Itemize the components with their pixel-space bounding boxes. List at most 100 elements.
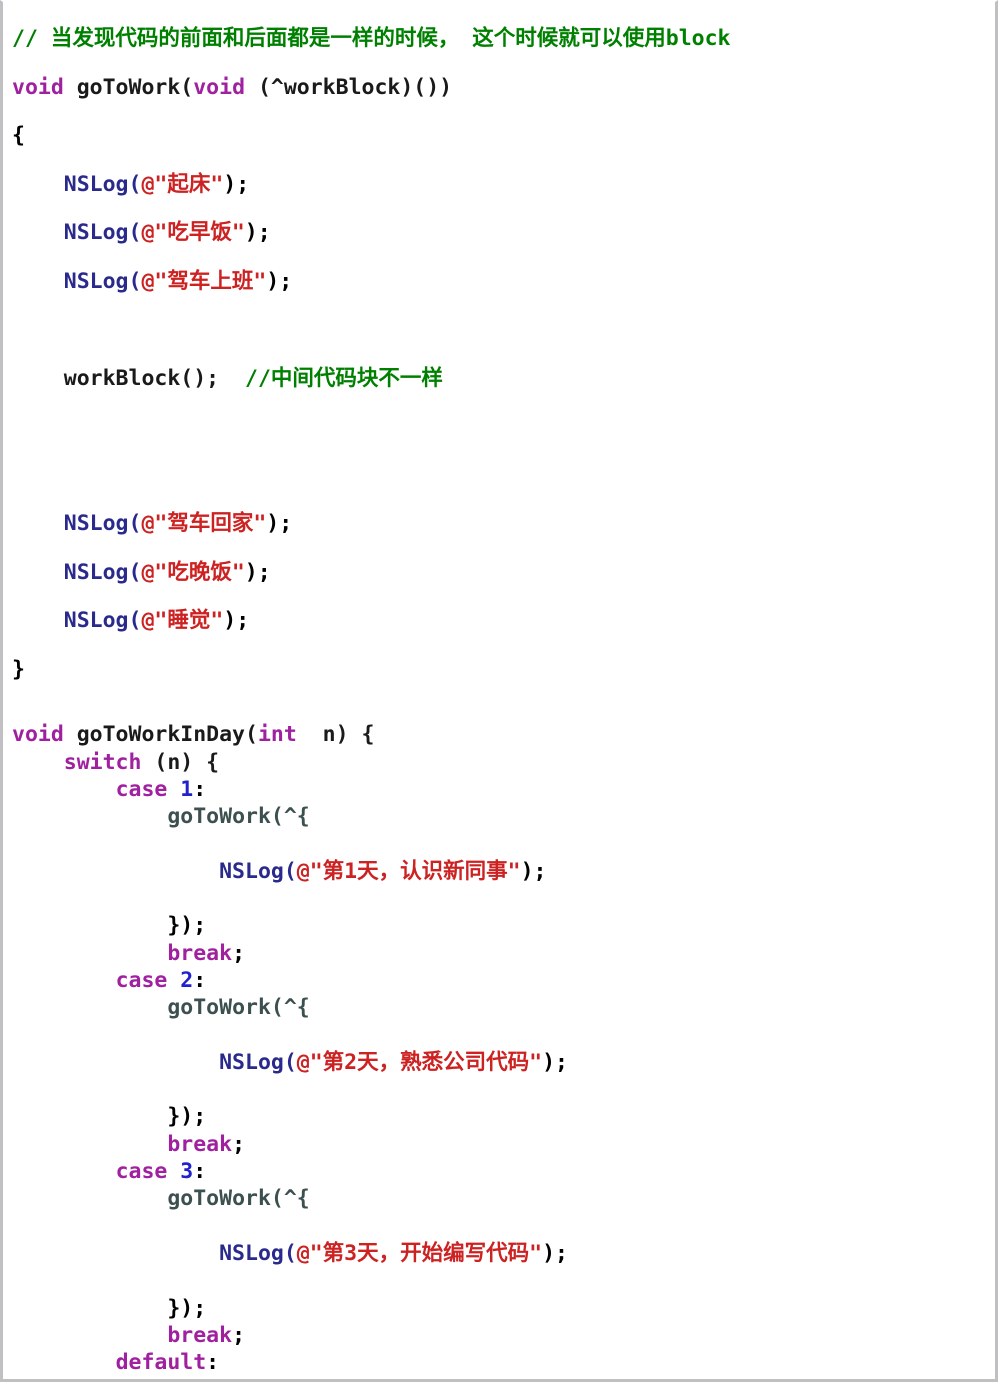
statement-end: ); [244, 220, 271, 245]
code-line-workblock-call: workBlock(); //中间代码块不一样 [12, 355, 995, 404]
case-number: 1 [167, 776, 194, 802]
statement-end: ); [223, 608, 250, 633]
string-literal: @"第2天，熟悉公司代码" [296, 1049, 543, 1075]
keyword-void: void [12, 74, 64, 100]
keyword-break: break [167, 1131, 233, 1157]
colon: : [193, 967, 207, 993]
statement-end: ); [244, 559, 271, 585]
colon: : [193, 776, 207, 802]
nslog-call: NSLog( [219, 1049, 297, 1075]
string-literal: @"睡觉" [141, 608, 224, 633]
code-line-gotowork-call-3: goToWork(^{ [12, 1185, 995, 1212]
keyword-case: case [115, 1159, 168, 1185]
gotowork-invocation: goToWork(^{ [167, 995, 310, 1021]
function-signature-name: goToWork( [63, 74, 194, 100]
keyword-case: case [115, 967, 168, 993]
statement-end: ); [223, 171, 250, 197]
keyword-break: break [167, 1322, 233, 1348]
keyword-default: default [115, 1350, 207, 1376]
comment-text: // 当发现代码的前面和后面都是一样的时候， 这个时候就可以使用block [12, 26, 731, 51]
nslog-call: NSLog( [63, 511, 142, 536]
string-literal: @"驾车上班" [141, 268, 267, 294]
nslog-call: NSLog( [63, 268, 142, 294]
brace-close: } [12, 656, 25, 682]
code-line-break-2: break; [12, 1131, 995, 1158]
statement-end: ); [542, 1049, 568, 1075]
block-close: }); [167, 1104, 207, 1130]
keyword-case: case [115, 776, 168, 802]
nslog-call: NSLog( [219, 858, 297, 884]
statement-end: ); [542, 1240, 568, 1266]
string-literal: @"驾车回家" [141, 511, 267, 536]
code-line-nslog-day1: NSLog(@"第1天，认识新同事"); [12, 858, 995, 885]
statement-end: ; [232, 1322, 246, 1348]
code-line-gotowork-signature: void goToWork(void (^workBlock)()) [12, 64, 995, 113]
code-line-nslog-day3: NSLog(@"第3天，开始编写代码"); [12, 1240, 995, 1267]
code-line-block-close-3: }); [12, 1295, 995, 1322]
code-line-default: default: [12, 1349, 995, 1376]
keyword-void-param: void [193, 74, 246, 100]
brace-open: { [12, 123, 25, 148]
code-line-nslog-qichuang: NSLog(@"起床"); [12, 161, 995, 210]
code-editor-frame: // 当发现代码的前面和后面都是一样的时候， 这个时候就可以使用block vo… [0, 0, 998, 1382]
colon: : [193, 1159, 207, 1185]
nslog-call: NSLog( [63, 171, 142, 197]
function-gotowork-block: // 当发现代码的前面和后面都是一样的时候， 这个时候就可以使用block vo… [12, 15, 995, 694]
nslog-call: NSLog( [63, 608, 142, 633]
statement-end: ); [520, 858, 547, 884]
block-param-text: (^workBlock)()) [245, 74, 453, 100]
keyword-int: int [257, 722, 297, 748]
switch-expression: (n) { [141, 749, 220, 775]
inline-comment: //中间代码块不一样 [245, 365, 443, 391]
keyword-break: break [167, 940, 233, 966]
code-line-nslog-jiachehuijia: NSLog(@"驾车回家"); [12, 500, 995, 549]
statement-end: ; [232, 940, 246, 966]
string-literal: @"第1天，认识新同事" [296, 858, 521, 884]
string-literal: @"起床" [141, 171, 224, 197]
case-number: 3 [167, 1159, 194, 1185]
string-literal: @"吃早饭" [141, 220, 245, 245]
case-number: 2 [167, 967, 194, 993]
code-line-case-1: case 1: [12, 776, 995, 803]
keyword-break: break [167, 1377, 232, 1379]
code-line-comment-header: // 当发现代码的前面和后面都是一样的时候， 这个时候就可以使用block [12, 15, 995, 64]
code-line-open-brace: { [12, 112, 995, 161]
code-line-gotowork-call-1: goToWork(^{ [12, 803, 995, 830]
function-signature-name: goToWorkInDay( [63, 722, 258, 748]
nslog-call: NSLog( [219, 1240, 297, 1266]
code-content: // 当发现代码的前面和后面都是一样的时候， 这个时候就可以使用block vo… [3, 2, 995, 1379]
keyword-void: void [12, 722, 64, 748]
param-and-brace: n) { [296, 722, 375, 748]
code-line-gotoworkinday-signature: void goToWorkInDay(int n) { [12, 721, 995, 748]
gotowork-invocation: goToWork(^{ [167, 1186, 310, 1212]
gotowork-invocation: goToWork(^{ [167, 804, 310, 830]
nslog-call: NSLog( [63, 559, 142, 585]
code-line-nslog-shuijiao: NSLog(@"睡觉"); [12, 597, 995, 646]
code-line-break-3: break; [12, 1322, 995, 1349]
statement-end: ); [266, 268, 293, 294]
